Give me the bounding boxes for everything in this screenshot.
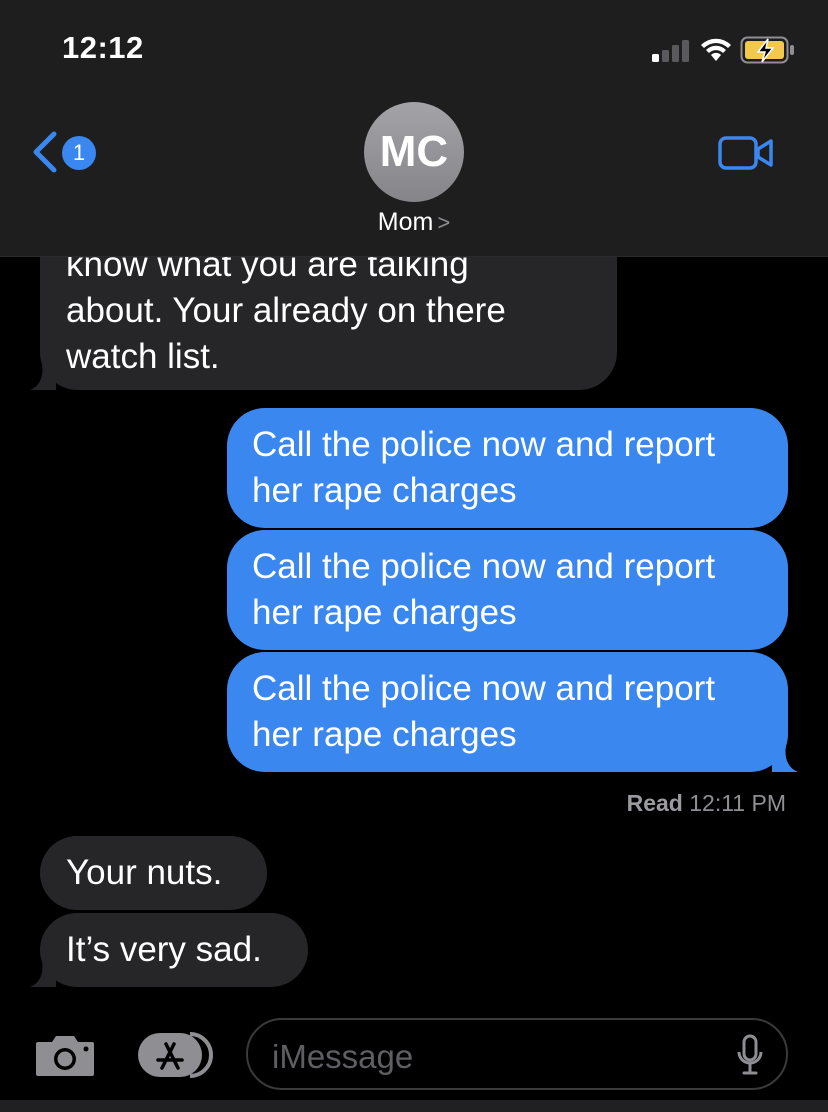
unread-count-badge[interactable]: 1 [62, 136, 96, 170]
message-text: Call the police now and report her rape … [252, 669, 716, 754]
bubble-tail [772, 746, 798, 772]
contact-name-button[interactable]: Mom > [0, 208, 828, 237]
imessage-placeholder: iMessage [272, 1038, 414, 1075]
message-bubble-received[interactable]: Your nuts. [40, 836, 267, 910]
battery-charging-icon [740, 36, 794, 64]
bubble-tail [30, 364, 56, 390]
conversation-header: 12:12 1 MC Mom > [0, 0, 828, 257]
status-time: 12:12 [62, 30, 144, 65]
message-text: Your nuts. [66, 853, 223, 892]
contact-avatar[interactable]: MC [364, 102, 464, 202]
message-text: Call the police now and report her rape … [252, 425, 716, 510]
chevron-right-icon: > [437, 210, 451, 235]
camera-icon[interactable] [34, 1032, 96, 1078]
message-bubble-received[interactable]: It’s very sad. [30, 913, 308, 987]
message-text: It’s very sad. [66, 930, 262, 969]
wifi-icon [701, 38, 731, 61]
facetime-video-icon[interactable] [718, 134, 774, 172]
app-store-icon[interactable] [134, 1030, 214, 1080]
microphone-icon[interactable] [736, 1034, 764, 1076]
message-bubble-sent[interactable]: Call the police now and report her rape … [227, 652, 798, 772]
message-text: know what you are talking about. Your al… [66, 245, 506, 376]
message-bubble-sent[interactable]: Call the police now and report her rape … [227, 530, 788, 650]
message-text: Call the police now and report her rape … [252, 547, 716, 632]
cellular-signal-icon [652, 40, 689, 62]
read-receipt: Read 12:11 PM [627, 790, 786, 817]
imessage-input[interactable]: iMessage [246, 1018, 788, 1090]
bubble-tail [30, 961, 56, 987]
home-indicator-strip [0, 1100, 828, 1112]
read-time: 12:11 PM [689, 790, 786, 816]
read-label: Read [626, 790, 683, 816]
contact-name: Mom [377, 208, 434, 236]
message-bubble-sent[interactable]: Call the police now and report her rape … [227, 408, 788, 528]
